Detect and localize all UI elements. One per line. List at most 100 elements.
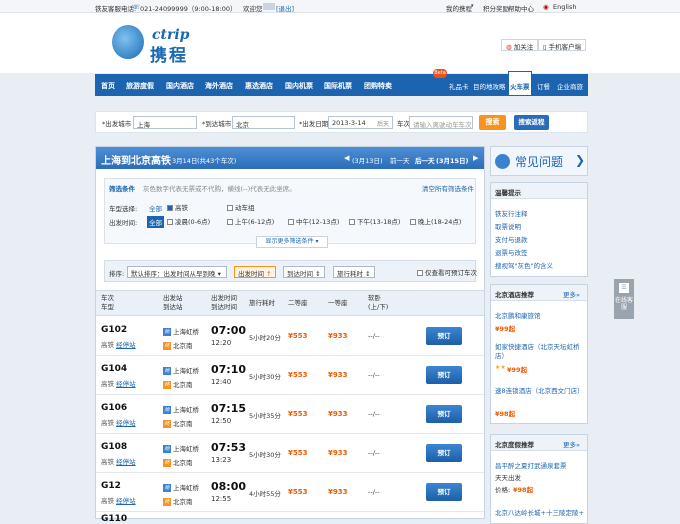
next-day-link[interactable]: 后一天 [415, 155, 435, 165]
mobile-client-button[interactable]: ▯ 手机客户端 [538, 39, 587, 51]
return-search-button[interactable]: 搜索返程 [514, 115, 549, 130]
train-no-input[interactable]: 请输入离驶动车车次 [409, 116, 473, 129]
nav-item-domestic-hotel[interactable]: 国内酒店 [166, 81, 194, 91]
book-button[interactable]: 预订 [426, 444, 462, 462]
train-type: 高铁 经停站 [101, 417, 136, 427]
nav-item-overseas-hotel[interactable]: 海外酒店 [205, 81, 233, 91]
points-link[interactable]: 积分奖励 [483, 3, 509, 13]
sleeper-price: --/-- [368, 449, 380, 457]
train-type-label: 高铁 [101, 458, 114, 466]
tip-link[interactable]: 搜视驾"灰色"的含义 [495, 260, 553, 270]
stops-link[interactable]: 经停站 [116, 380, 136, 388]
train-type-label: 高铁 [101, 497, 114, 505]
ctrip-logo-icon[interactable] [112, 25, 144, 59]
tour-link[interactable]: 昌平醉之夏打武通泉套票 [495, 460, 567, 470]
nav-item-domestic-flight[interactable]: 国内机票 [285, 81, 313, 91]
hotel-link[interactable]: 速8连锁酒店（北京西文门店） [495, 387, 585, 396]
nav-item-destination[interactable]: 目的地攻略 [473, 81, 506, 91]
clear-filters-link[interactable]: 清空所有筛选条件 [422, 183, 474, 193]
date-input[interactable]: 2013-3-14 后天 [328, 116, 393, 129]
tip-link[interactable]: 铁友行注释 [495, 208, 528, 218]
nav-item-business[interactable]: 企业商旅 [557, 81, 583, 91]
nav-item-intl-flight[interactable]: 国际机票 [324, 81, 352, 91]
next-date[interactable]: (3月15日) [436, 155, 469, 165]
stops-link[interactable]: 经停站 [116, 341, 136, 349]
dongche-checkbox[interactable]: 动车组 [227, 202, 255, 212]
sort-arrow-icon: ↑ [266, 270, 272, 278]
nav-item-train[interactable]: 火车票 [510, 81, 530, 91]
language-switch[interactable]: English [553, 3, 576, 11]
stops-link[interactable]: 经停站 [116, 497, 136, 505]
sort-bar: 排序: 默认排序：出发时间从早到晚 ▾ 出发时间 ↑ 到达时间 ↕ 旅行耗时 ↕… [104, 260, 477, 282]
train-number[interactable]: G108 [101, 442, 127, 452]
beta-badge: Beta [433, 69, 447, 78]
bookable-only-checkbox[interactable]: 仅查看可预订车次 [417, 267, 477, 277]
hotel-link[interactable]: 如家快捷酒店（北京天坛虹桥店） [495, 343, 585, 361]
train-number[interactable]: G104 [101, 364, 127, 374]
train-number[interactable]: G12 [101, 481, 121, 491]
sort-select[interactable]: 默认排序：出发时间从早到晚 ▾ [127, 266, 227, 278]
arrival-time: 12:55 [211, 495, 232, 503]
prev-day-link[interactable]: 前一天 [390, 155, 410, 165]
sort-duration-button[interactable]: 旅行耗时 ↕ [333, 266, 375, 278]
sort-dep-time-button[interactable]: 出发时间 ↑ [234, 266, 276, 278]
gaotie-checkbox[interactable]: 高铁 [167, 202, 188, 212]
time-option-afternoon[interactable]: 下午(13-18点) [349, 216, 400, 226]
tip-link[interactable]: 退票与改签 [495, 247, 528, 257]
faq-card[interactable]: 常见问题 ❯ [490, 146, 588, 176]
time-option-evening[interactable]: 晚上(18-24点) [410, 216, 461, 226]
time-option-dawn[interactable]: 凌晨(0-6点) [167, 216, 210, 226]
sort-arr-time-button[interactable]: 到达时间 ↕ [283, 266, 325, 278]
nav-item-group-buy[interactable]: 团购特卖 [364, 81, 392, 91]
logout-link[interactable]: [退出] [276, 3, 294, 13]
nav-item-deal-hotel[interactable]: 惠选酒店 [245, 81, 273, 91]
nav-item-vacation[interactable]: 旅游度假 [126, 81, 154, 91]
book-button[interactable]: 预订 [426, 366, 462, 384]
online-service-button[interactable]: ☰ 在线客服 [614, 279, 634, 319]
tip-link[interactable]: 取票说明 [495, 221, 521, 231]
next-arrow-icon[interactable]: ▶ [473, 154, 478, 162]
stops-link[interactable]: 经停站 [116, 419, 136, 427]
more-filters-toggle[interactable]: 显示更多筛选条件 ▾ [256, 236, 328, 248]
train-type-all[interactable]: 全部 [149, 203, 162, 213]
time-option-label: 中午(12-13点) [296, 218, 340, 226]
nav-item-home[interactable]: 首页 [101, 81, 115, 91]
tip-link[interactable]: 支付与退款 [495, 234, 528, 244]
sort-arrow-icon: ↕ [365, 270, 371, 278]
stops-link[interactable]: 经停站 [116, 458, 136, 466]
nav-item-dining[interactable]: 订餐 [537, 81, 550, 91]
book-button[interactable]: 预订 [426, 327, 462, 345]
col-duration: 旅行耗时 [249, 299, 275, 307]
time-option-morning[interactable]: 上午(6-12点) [227, 216, 274, 226]
hotel-more-link[interactable]: 更多» [563, 289, 580, 299]
tour-more-link[interactable]: 更多» [563, 439, 580, 449]
checkbox-icon [417, 270, 423, 276]
my-account-link[interactable]: 我的携程 [446, 3, 472, 13]
col-arr: 到达时间 [211, 303, 237, 311]
search-button[interactable]: 搜索 [479, 115, 506, 130]
train-number[interactable]: G110 [101, 514, 127, 524]
train-number[interactable]: G102 [101, 325, 127, 335]
gaotie-label: 高铁 [175, 204, 188, 212]
from-station-name: 上海虹桥 [173, 445, 199, 453]
end-station-icon: 终 [163, 420, 171, 428]
tour-price-label: 价格: [495, 486, 511, 494]
dongche-label: 动车组 [235, 204, 255, 212]
nav-item-gift-card[interactable]: 礼品卡 [449, 81, 469, 91]
to-station: 终北京南 [163, 496, 193, 506]
to-city-input[interactable]: 北京 [232, 116, 295, 129]
hotel-link[interactable]: 北京鹏和康旅馆 [495, 310, 541, 320]
filter-box: 筛选条件 灰色数字代表无票或不代购，横线(--)代表无此坐席。 清空所有筛选条件… [104, 178, 476, 244]
book-button[interactable]: 预订 [426, 405, 462, 423]
prev-date[interactable]: (3月13日) [352, 155, 382, 165]
book-button[interactable]: 预订 [426, 483, 462, 501]
time-option-noon[interactable]: 中午(12-13点) [288, 216, 339, 226]
col-from: 出发站 [163, 294, 183, 302]
follow-button[interactable]: ◍ 加关注 [501, 39, 539, 51]
tour-link[interactable]: 北京八达岭长城+十三陵定陵+ [495, 507, 584, 517]
time-all-button[interactable]: 全部 [147, 216, 164, 228]
from-city-input[interactable]: 上海 [133, 116, 197, 129]
help-link[interactable]: 帮助中心 [508, 3, 534, 13]
train-number[interactable]: G106 [101, 403, 127, 413]
prev-arrow-icon[interactable]: ◀ [344, 154, 349, 162]
